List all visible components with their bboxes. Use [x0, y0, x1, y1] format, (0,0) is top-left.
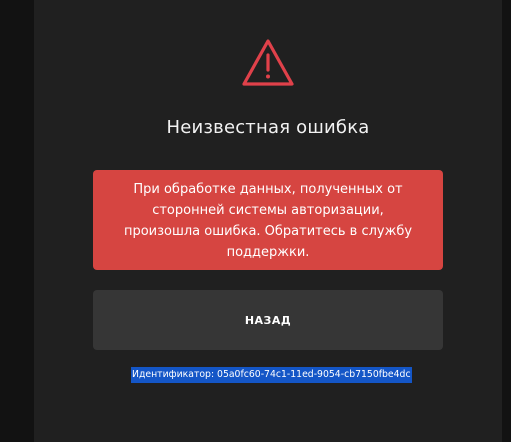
error-identifier[interactable]: Идентификатор: 05a0fc60-74c1-11ed-9054-c…	[131, 367, 412, 383]
error-message-text: При обработке данных, полученных от стор…	[123, 182, 413, 260]
back-button[interactable]: НАЗАД	[93, 290, 443, 350]
error-message-box: При обработке данных, полученных от стор…	[93, 170, 443, 270]
page-title: Неизвестная ошибка	[166, 117, 370, 138]
page: Неизвестная ошибка При обработке данных,…	[0, 0, 511, 442]
warning-triangle-icon	[241, 38, 295, 88]
back-button-label: НАЗАД	[244, 313, 292, 327]
